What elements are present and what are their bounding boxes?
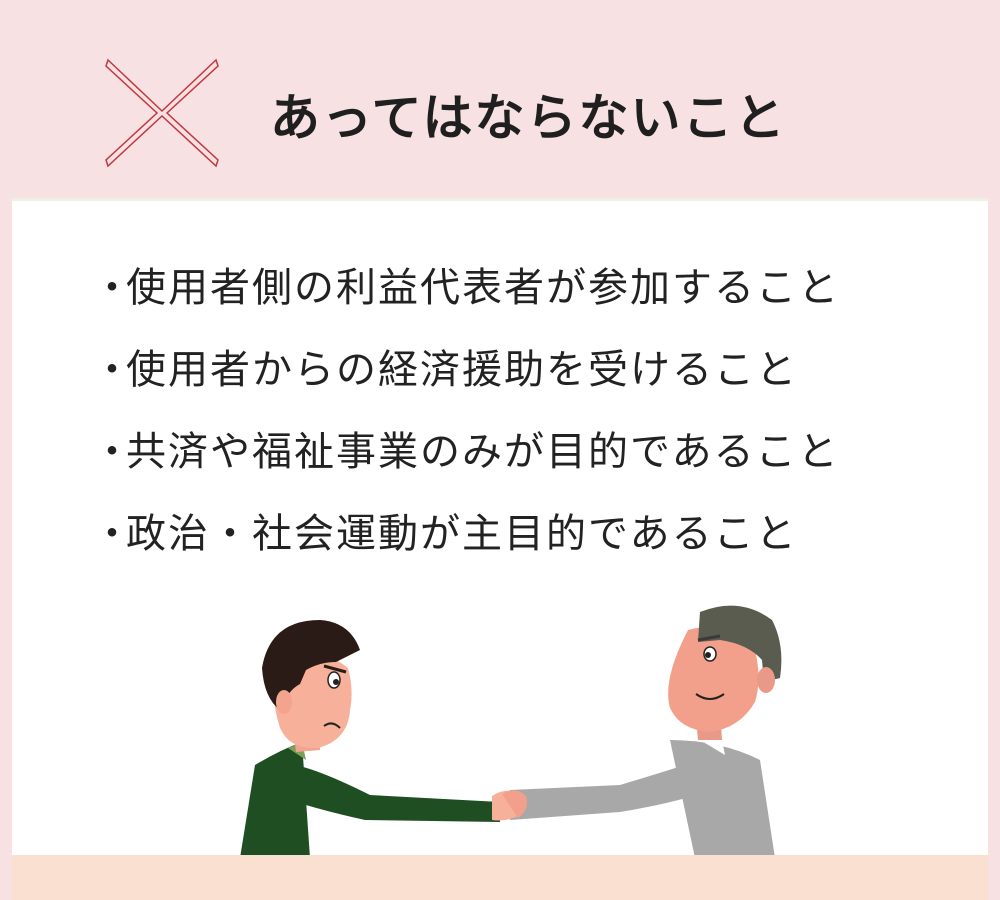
left-person — [240, 620, 500, 858]
left-person-ear — [276, 690, 292, 714]
bullet: ・ — [92, 265, 132, 311]
page-title: あってはならないこと — [270, 89, 787, 147]
left-person-arm — [290, 765, 500, 822]
list-item-text: 使用者からの経済援助を受けること — [126, 347, 798, 393]
prohibited-list: ・ 使用者側の利益代表者が参加すること ・ 使用者からの経済援助を受けること ・… — [92, 243, 840, 571]
right-person-ear — [757, 667, 775, 693]
list-item-text: 共済や福祉事業のみが目的であること — [126, 429, 840, 475]
bullet: ・ — [92, 511, 132, 557]
list-item-text: 政治・社会運動が主目的であること — [126, 511, 798, 557]
floor-band — [12, 855, 988, 900]
handshake-illustration — [240, 605, 782, 858]
list-item: ・ 使用者からの経済援助を受けること — [92, 325, 840, 407]
list-item-text: 使用者側の利益代表者が参加すること — [126, 265, 840, 311]
list-item: ・ 共済や福祉事業のみが目的であること — [92, 407, 840, 489]
list-item: ・ 政治・社会運動が主目的であること — [92, 489, 840, 571]
right-person-arm — [510, 760, 710, 820]
right-person-body — [670, 740, 775, 858]
right-person — [510, 605, 782, 858]
list-item: ・ 使用者側の利益代表者が参加すること — [92, 243, 840, 325]
bullet: ・ — [92, 429, 132, 475]
bullet: ・ — [92, 347, 132, 393]
header: あってはならないこと — [0, 0, 1000, 200]
cross-icon — [105, 58, 219, 168]
